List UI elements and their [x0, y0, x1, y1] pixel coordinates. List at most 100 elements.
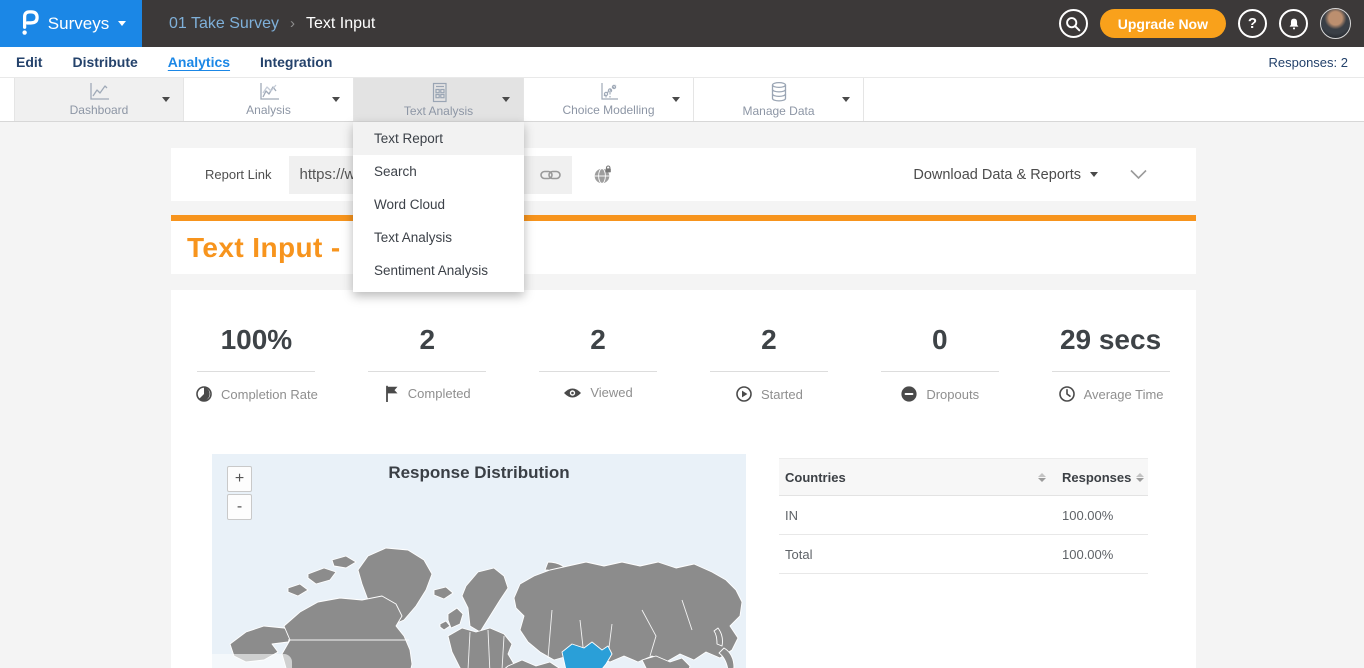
tab-dashboard[interactable]: Dashboard — [14, 78, 184, 121]
chevron-down-icon[interactable] — [842, 97, 850, 102]
countries-table: Countries Responses IN 100.00% Total 100… — [779, 458, 1148, 574]
tab-label: Choice Modelling — [562, 103, 654, 117]
clock-icon — [1058, 385, 1076, 403]
divider — [539, 371, 657, 372]
report-link-label: Report Link — [205, 167, 271, 182]
minus-circle-icon — [900, 385, 918, 403]
stat-value: 2 — [683, 324, 854, 356]
chevron-down-icon — [118, 21, 126, 26]
map-zoom-out-button[interactable]: - — [227, 494, 252, 520]
divider — [368, 371, 486, 372]
divider — [881, 371, 999, 372]
stat-label: Average Time — [1084, 387, 1164, 402]
stats-row: 100% Completion Rate 2 Completed — [171, 290, 1196, 403]
notifications-button[interactable] — [1279, 9, 1308, 38]
map-attribution-box — [212, 654, 292, 668]
world-map[interactable] — [212, 540, 746, 668]
column-header-responses[interactable]: Responses — [1062, 470, 1148, 485]
help-button[interactable]: ? — [1238, 9, 1267, 38]
topbar-actions: Upgrade Now ? — [1059, 8, 1364, 39]
stat-completion-rate: 100% Completion Rate — [171, 324, 342, 403]
eye-icon — [563, 386, 582, 400]
sort-icon[interactable] — [1136, 473, 1144, 482]
divider — [197, 371, 315, 372]
menu-item-sentiment-analysis[interactable]: Sentiment Analysis — [353, 254, 524, 287]
questionpro-logo-icon — [16, 7, 39, 41]
copy-link-icon[interactable] — [529, 168, 572, 182]
page-title: Text Input - — [187, 232, 349, 264]
chevron-down-icon[interactable] — [672, 97, 680, 102]
download-data-reports-menu[interactable]: Download Data & Reports — [913, 167, 1098, 183]
breadcrumb-separator: › — [290, 15, 295, 32]
tab-label: Text Analysis — [404, 104, 473, 118]
stat-value: 29 secs — [1025, 324, 1196, 356]
completion-pie-icon — [195, 385, 213, 403]
product-switcher[interactable]: Surveys — [0, 0, 142, 47]
tab-choice-modelling[interactable]: Choice Modelling — [524, 78, 694, 121]
bell-icon — [1286, 16, 1302, 32]
report-link-bar: Report Link Download Data & Reports — [171, 148, 1196, 201]
map-zoom-controls: + - — [227, 466, 252, 520]
text-analysis-dropdown-menu: Text Report Search Word Cloud Text Analy… — [353, 122, 524, 292]
globe-lock-icon[interactable] — [593, 165, 613, 185]
menu-item-text-report[interactable]: Text Report — [353, 122, 524, 155]
responses-cell: 100.00% — [1062, 547, 1148, 562]
responses-cell: 100.00% — [1062, 508, 1148, 523]
user-avatar[interactable] — [1320, 8, 1351, 39]
stat-label: Started — [761, 387, 803, 402]
trend-chart-icon — [257, 82, 281, 102]
chevron-down-icon[interactable] — [502, 97, 510, 102]
sort-icon[interactable] — [1038, 473, 1046, 482]
menu-item-text-analysis[interactable]: Text Analysis — [353, 221, 524, 254]
subnav-item-distribute[interactable]: Distribute — [72, 54, 137, 70]
responses-count: Responses: 2 — [1269, 55, 1364, 70]
upgrade-now-button[interactable]: Upgrade Now — [1100, 9, 1226, 38]
map-title: Response Distribution — [212, 463, 746, 483]
subnav-item-analytics[interactable]: Analytics — [168, 54, 230, 70]
collapse-section-chevron-icon[interactable] — [1130, 169, 1147, 180]
survey-subnav: Edit Distribute Analytics Integration Re… — [0, 47, 1364, 78]
column-header-countries[interactable]: Countries — [779, 470, 1062, 485]
chevron-down-icon — [1090, 172, 1098, 177]
search-icon — [1065, 16, 1081, 32]
tab-text-analysis[interactable]: Text Analysis — [354, 78, 524, 121]
map-zoom-in-button[interactable]: + — [227, 466, 252, 492]
scatter-chart-icon — [597, 82, 621, 102]
divider — [710, 371, 828, 372]
chevron-down-icon[interactable] — [332, 97, 340, 102]
countries-table-header: Countries Responses — [779, 458, 1148, 496]
analytics-toolbar: Dashboard Analysis Text Analysis — [0, 78, 1364, 122]
database-icon — [768, 81, 790, 103]
analytics-content-panel: 100% Completion Rate 2 Completed — [171, 290, 1196, 668]
response-distribution-map[interactable]: Response Distribution + - — [212, 454, 746, 668]
stat-value: 2 — [513, 324, 684, 356]
stat-label: Completed — [408, 386, 471, 401]
text-report-icon — [428, 82, 450, 103]
stat-value: 2 — [342, 324, 513, 356]
search-button[interactable] — [1059, 9, 1088, 38]
breadcrumb-survey-name[interactable]: 01 Take Survey — [169, 15, 279, 33]
tab-analysis[interactable]: Analysis — [184, 78, 354, 121]
table-row: IN 100.00% — [779, 496, 1148, 535]
stat-dropouts: 0 Dropouts — [854, 324, 1025, 403]
menu-item-word-cloud[interactable]: Word Cloud — [353, 188, 524, 221]
download-label: Download Data & Reports — [913, 167, 1081, 183]
country-cell: IN — [779, 508, 1062, 523]
stat-completed: 2 Completed — [342, 324, 513, 403]
stat-viewed: 2 Viewed — [513, 324, 684, 403]
stat-started: 2 Started — [683, 324, 854, 403]
tab-label: Manage Data — [742, 104, 814, 118]
stat-label: Viewed — [590, 385, 632, 400]
breadcrumb-page-name: Text Input — [306, 15, 375, 33]
line-chart-icon — [87, 82, 111, 102]
tab-label: Analysis — [246, 103, 291, 117]
tab-manage-data[interactable]: Manage Data — [694, 78, 864, 121]
subnav-item-edit[interactable]: Edit — [16, 54, 42, 70]
subnav-item-integration[interactable]: Integration — [260, 54, 332, 70]
chevron-down-icon[interactable] — [162, 97, 170, 102]
stat-value: 100% — [171, 324, 342, 356]
topbar: Surveys 01 Take Survey › Text Input Upgr… — [0, 0, 1364, 47]
product-label: Surveys — [48, 14, 109, 34]
menu-item-search[interactable]: Search — [353, 155, 524, 188]
stat-label: Completion Rate — [221, 387, 318, 402]
